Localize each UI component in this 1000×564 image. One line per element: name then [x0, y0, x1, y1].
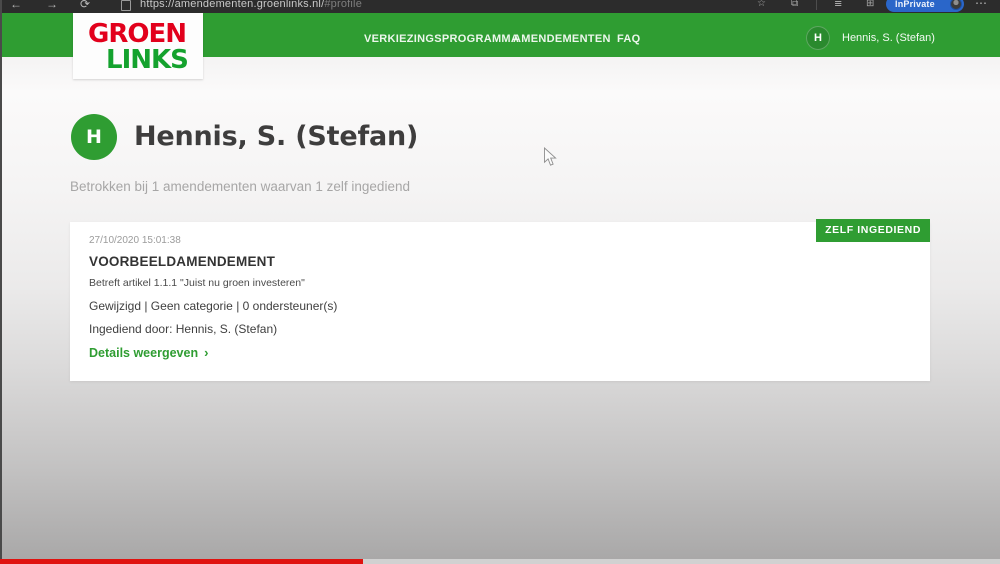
back-icon[interactable]: ← — [10, 0, 22, 12]
logo-text-groen: GROEN — [88, 22, 203, 47]
video-progress-played — [0, 559, 363, 564]
reading-list-icon[interactable]: ≣ — [834, 0, 842, 12]
favorites-icon[interactable]: ☆ — [757, 0, 766, 12]
url-text: https://amendementen.groenlinks.nl/ — [140, 0, 324, 10]
address-bar[interactable]: https://amendementen.groenlinks.nl/#prof… — [140, 0, 362, 10]
amendment-card: ZELF INGEDIEND 27/10/2020 15:01:38 VOORB… — [70, 222, 930, 381]
refresh-icon[interactable]: ⟳ — [80, 0, 90, 12]
window-edge — [0, 0, 2, 559]
profile-avatar: H — [71, 114, 117, 160]
groenlinks-logo[interactable]: GROEN LINKS — [73, 13, 203, 79]
mouse-cursor-icon — [543, 147, 558, 173]
inprivate-badge[interactable]: InPrivate — [886, 0, 964, 12]
browser-profile-avatar — [950, 0, 962, 10]
header-user-avatar: H — [806, 26, 830, 50]
header-user-name: Hennis, S. (Stefan) — [842, 32, 935, 44]
forward-icon[interactable]: → — [46, 0, 58, 12]
browser-window: ← → ⟳ https://amendementen.groenlinks.nl… — [0, 0, 1000, 564]
details-link-label: Details weergeven — [89, 346, 198, 360]
page-content: H Hennis, S. (Stefan) Betrokken bij 1 am… — [0, 57, 1000, 559]
nav-verkiezingsprogramma[interactable]: VERKIEZINGSPROGRAMMA — [364, 33, 519, 45]
amendment-submitter: Ingediend door: Hennis, S. (Stefan) — [89, 322, 277, 336]
amendment-timestamp: 27/10/2020 15:01:38 — [89, 235, 181, 246]
profile-summary: Betrokken bij 1 amendementen waarvan 1 z… — [70, 179, 410, 194]
nav-amendementen[interactable]: AMENDEMENTEN — [513, 33, 611, 45]
header-user-menu[interactable]: H Hennis, S. (Stefan) — [806, 26, 935, 50]
page-title: Hennis, S. (Stefan) — [134, 121, 418, 152]
collections-icon[interactable]: ⧉ — [791, 0, 798, 12]
amendment-subject: Betreft artikel 1.1.1 "Juist nu groen in… — [89, 277, 305, 289]
amendment-title: VOORBEELDAMENDEMENT — [89, 254, 275, 269]
menu-icon[interactable]: ⋯ — [975, 0, 987, 11]
nav-faq[interactable]: FAQ — [617, 33, 641, 45]
page-info-icon[interactable] — [121, 0, 131, 11]
amendment-meta: Gewijzigd | Geen categorie | 0 ondersteu… — [89, 299, 337, 313]
logo-text-links: LINKS — [106, 47, 203, 73]
site-header: GROEN LINKS VERKIEZINGSPROGRAMMA AMENDEM… — [0, 13, 1000, 57]
browser-toolbar: ← → ⟳ https://amendementen.groenlinks.nl… — [0, 0, 1000, 13]
add-icon[interactable]: ⊞ — [866, 0, 874, 12]
status-badge: ZELF INGEDIEND — [816, 219, 930, 242]
toolbar-divider — [816, 0, 817, 10]
video-progress-bar[interactable] — [0, 559, 1000, 564]
details-link[interactable]: Details weergeven › — [89, 345, 208, 360]
inprivate-label: InPrivate — [895, 0, 935, 9]
url-fragment: #profile — [324, 0, 362, 10]
chevron-right-icon: › — [204, 345, 208, 360]
